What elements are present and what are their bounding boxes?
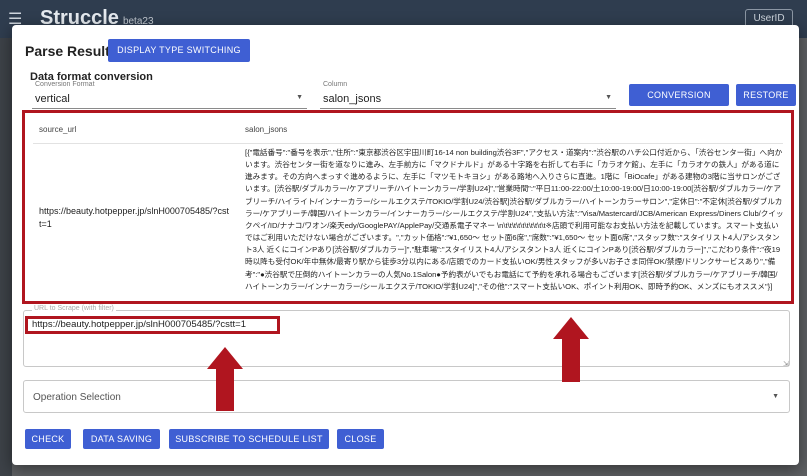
subscribe-schedule-button[interactable]: SUBSCRIBE TO SCHEDULE LIST [169, 429, 329, 449]
background-sidebar [0, 38, 12, 476]
column-label: Column [323, 81, 348, 88]
column-select[interactable]: Column salon_jsons ▼ [320, 81, 616, 109]
column-value: salon_jsons [323, 93, 382, 105]
annotation-arrow-shaft [562, 338, 580, 382]
dropdown-arrow-icon: ▼ [605, 94, 612, 101]
close-button[interactable]: CLOSE [337, 429, 384, 449]
data-saving-button[interactable]: DATA SAVING [83, 429, 160, 449]
table-cell-salon-jsons: [{"電話番号":"番号を表示","住所":"東京都渋谷区宇田川町16-14 n… [245, 148, 784, 291]
operation-select-placeholder: Operation Selection [33, 392, 121, 403]
restore-button[interactable]: RESTORE [736, 84, 796, 106]
dropdown-arrow-icon: ▼ [296, 94, 303, 101]
display-type-switch-button[interactable]: DISPLAY TYPE SWITCHING [108, 39, 250, 62]
dialog-title: Parse Result [25, 43, 110, 59]
dropdown-arrow-icon: ▼ [772, 393, 779, 400]
result-table: source_url salon_jsons https://beauty.ho… [22, 110, 794, 304]
conversion-format-label: Conversion Format [35, 81, 95, 88]
table-cell-source-url: https://beauty.hotpepper.jp/slnH00070548… [39, 206, 229, 229]
conversion-format-value: vertical [35, 93, 70, 105]
annotation-arrow-up-icon [553, 317, 589, 339]
check-button[interactable]: CHECK [25, 429, 71, 449]
operation-select[interactable]: Operation Selection ▼ [23, 380, 790, 413]
conversion-button[interactable]: CONVERSION [629, 84, 729, 106]
row-divider [33, 143, 783, 144]
column-header-source-url: source_url [39, 125, 77, 134]
url-field-value[interactable]: https://beauty.hotpepper.jp/slnH00070548… [25, 316, 280, 334]
column-header-salon-jsons: salon_jsons [245, 125, 288, 134]
resize-handle-icon[interactable]: ⇲ [783, 360, 789, 368]
conversion-format-select[interactable]: Conversion Format vertical ▼ [32, 81, 307, 109]
annotation-arrow-shaft [216, 368, 234, 411]
parse-result-dialog: Parse Result DISPLAY TYPE SWITCHING Data… [12, 25, 799, 465]
annotation-arrow-up-icon [207, 347, 243, 369]
url-field-label: URL to Scrape (with filter) [32, 305, 116, 312]
